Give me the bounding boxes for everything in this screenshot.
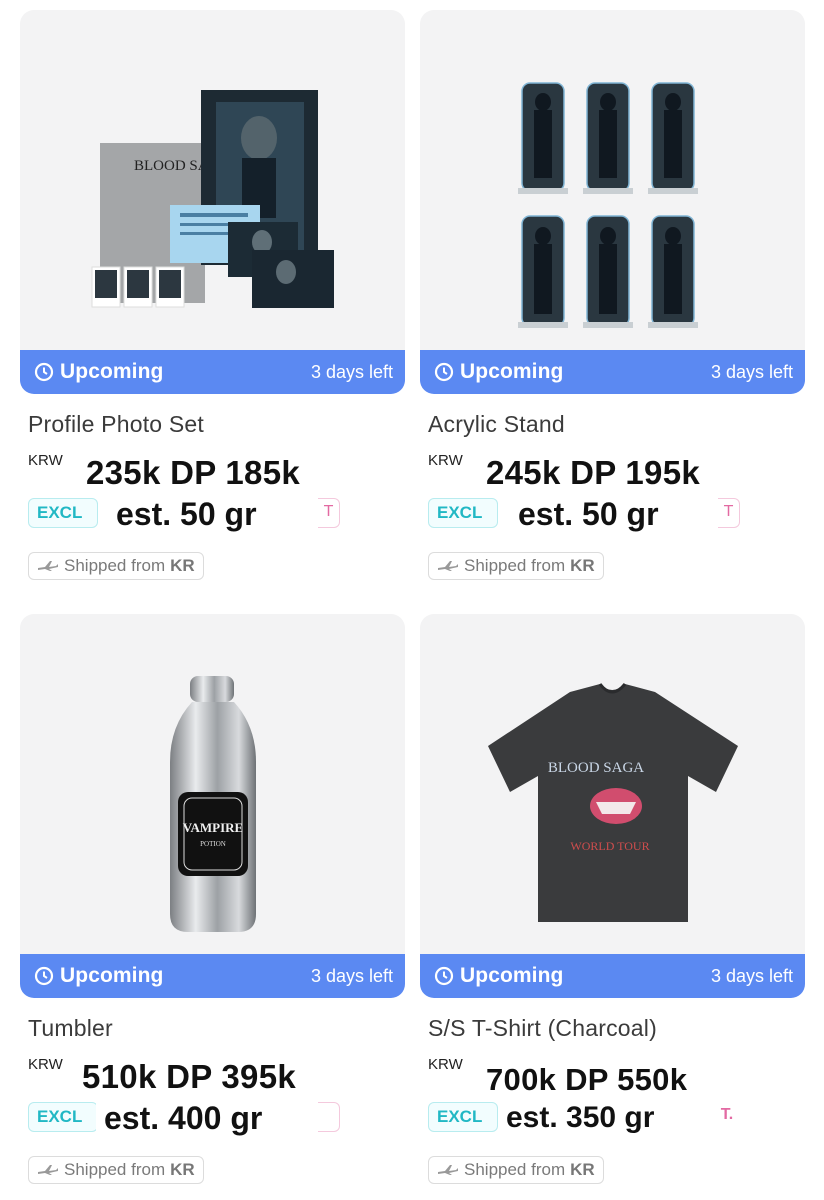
shipped-origin: KR [570,1160,595,1179]
weight-text: est. 400 gr [96,1098,271,1138]
currency-label: KRW [28,1056,63,1073]
product-card[interactable]: Upcoming 3 days left Acrylic Stand KRW 2… [420,10,805,580]
shipped-origin: KR [170,556,195,575]
status-label: Upcoming [460,360,564,383]
product-card[interactable]: BLOOD SAGA WORLD TOUR Upcoming 3 days le… [420,614,805,1184]
pink-badge: T. [720,1106,734,1123]
airplane-icon [38,1165,58,1175]
exclusive-badge: EXCL [28,1102,98,1132]
exclusive-badge: EXCL [28,498,98,528]
price-text: 235k DP 185k [86,454,301,491]
product-title[interactable]: Profile Photo Set [28,411,405,438]
status-bar: Upcoming 3 days left [420,350,805,394]
product-image[interactable]: BLOOD SAGA WORLD TOUR [420,614,805,954]
shipped-prefix: Shipped from [464,1160,566,1179]
tumbler-sublabel: POTION [200,840,226,848]
tshirt-tour: WORLD TOUR [570,839,649,853]
exclusive-badge: EXCL [428,498,498,528]
shipped-origin: KR [170,1160,195,1179]
product-card[interactable]: VAMPIRE POTION Upcoming 3 days left Tumb… [20,614,405,1184]
status-label: Upcoming [60,360,164,383]
days-left: 3 days left [710,361,793,382]
price-text: 510k DP 395k [82,1058,297,1095]
status-bar: Upcoming 3 days left [420,954,805,998]
tshirt-image: BLOOD SAGA WORLD TOUR [488,683,738,922]
acrylic-stand-image [518,82,698,328]
shipped-origin: KR [570,556,595,575]
status-bar: Upcoming 3 days left [20,954,405,998]
pink-badge: T [318,498,340,528]
exclusive-badge: EXCL [428,1102,498,1132]
product-image[interactable] [420,10,805,350]
pink-badge [318,1102,340,1132]
price-text: 245k DP 195k [486,454,701,491]
weight-text: est. 50 gr [510,494,667,534]
weight-text: est. 350 gr [498,1098,663,1138]
status-label: Upcoming [460,964,564,987]
shipped-prefix: Shipped from [464,556,566,575]
product-image[interactable]: VAMPIRE POTION [20,614,405,954]
tshirt-logo: BLOOD SAGA [548,760,644,776]
tumbler-label: VAMPIRE [183,820,243,835]
pink-badge: T [718,498,740,528]
clock-icon [434,966,454,986]
clock-icon [34,362,54,382]
airplane-icon [438,1165,458,1175]
product-card[interactable]: BLOOD SAGA Upcoming 3 days left Profile … [20,10,405,580]
weight-text: est. 50 gr [108,494,265,534]
price-text: 700k DP 550k [486,1062,688,1097]
status-bar: Upcoming 3 days left [20,350,405,394]
airplane-icon [38,561,58,571]
product-title[interactable]: S/S T-Shirt (Charcoal) [428,1015,805,1042]
product-title[interactable]: Acrylic Stand [428,411,805,438]
currency-label: KRW [428,452,463,469]
shipped-from-badge: Shipped from KR [428,552,604,580]
shipped-from-badge: Shipped from KR [428,1156,604,1184]
tumbler-image: VAMPIRE POTION [170,676,256,932]
days-left: 3 days left [310,361,393,382]
days-left: 3 days left [310,965,393,986]
shipped-prefix: Shipped from [64,556,166,575]
clock-icon [34,966,54,986]
shipped-from-badge: Shipped from KR [28,1156,204,1184]
product-image[interactable]: BLOOD SAGA [20,10,405,350]
product-title[interactable]: Tumbler [28,1015,405,1042]
days-left: 3 days left [710,965,793,986]
status-label: Upcoming [60,964,164,987]
clock-icon [434,362,454,382]
currency-label: KRW [28,452,63,469]
airplane-icon [438,561,458,571]
photo-set-image: BLOOD SAGA [91,90,334,308]
shipped-prefix: Shipped from [64,1160,166,1179]
shipped-from-badge: Shipped from KR [28,552,204,580]
currency-label: KRW [428,1056,463,1073]
